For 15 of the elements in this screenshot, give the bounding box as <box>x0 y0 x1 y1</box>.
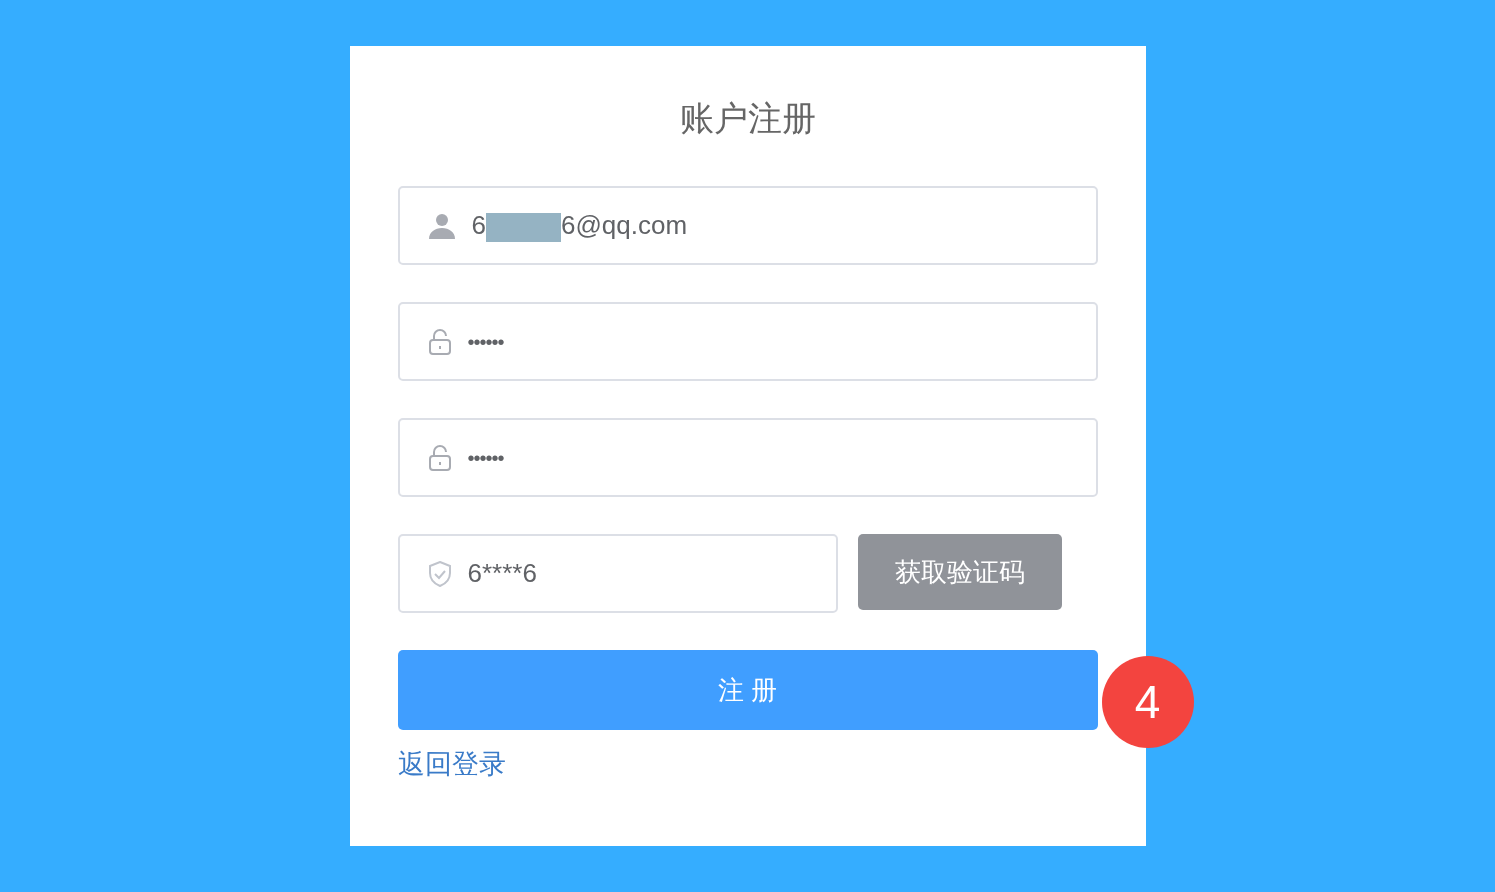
code-input[interactable]: 6****6 <box>397 534 838 613</box>
step-badge: 4 <box>1101 656 1194 748</box>
input-value: 6****6 <box>467 557 537 590</box>
page-title: 账户注册 <box>678 98 817 138</box>
lock-icon <box>427 443 452 472</box>
input-value: •••••• <box>467 445 504 471</box>
email-input[interactable]: 6 6@qq.com <box>397 186 1098 265</box>
password-input[interactable]: •••••• <box>397 302 1098 381</box>
user-icon <box>427 211 456 240</box>
password-input[interactable]: •••••• <box>397 418 1098 497</box>
input-value: •••••• <box>467 329 504 355</box>
shield-icon <box>427 560 452 587</box>
lock-icon <box>427 327 452 356</box>
back-to-login-link[interactable]: 返回登录 <box>397 744 506 785</box>
input-value: 6 6@qq.com <box>471 209 688 244</box>
